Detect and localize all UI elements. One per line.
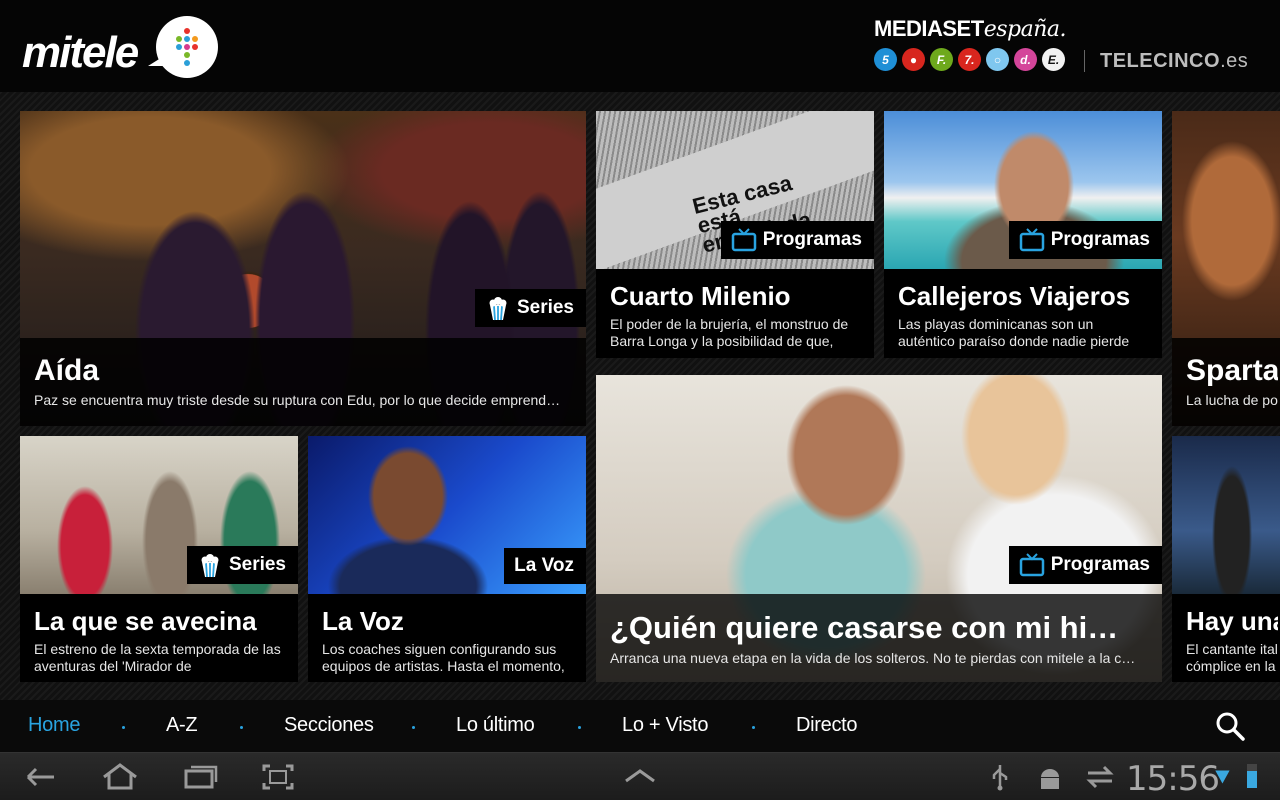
callejeros-title: Callejeros Viajeros [898,281,1131,311]
back-icon[interactable] [20,761,60,793]
card-la-voz[interactable]: La Voz La Voz Los coaches siguen configu… [308,436,586,682]
hay-una-description: El cantante ital cómplice en la [1186,641,1278,674]
nav-separator [578,726,581,729]
aida-badge-label: Series [516,297,574,318]
featured-grid: Series Aída Paz se encuentra muy triste … [0,92,1280,700]
quien-quiere-title: ¿Quién quiere casarse con mi hi… [610,610,1119,645]
cuarto-milenio-description: El poder de la brujería, el monstruo de … [610,316,849,349]
channel-logo: E. [1042,48,1065,71]
sync-icon [1086,765,1114,789]
card-quien-quiere-casarse[interactable]: Programas ¿Quién quiere casarse con mi h… [596,375,1162,682]
popcorn-icon [489,297,507,321]
card-aida[interactable]: Series Aída Paz se encuentra muy triste … [20,111,586,426]
aida-title: Aída [34,354,100,387]
brand-divider [1084,50,1085,72]
channel-logo: 5 [874,48,897,71]
app-header: mitele MEDIASETespaña. 5 ● F. 7. ○ d. E. TELEC… [0,0,1280,92]
la-voz-title: La Voz [322,606,404,636]
la-que-se-avecina-description: El estreno de la sexta temporada de las … [34,641,281,674]
aida-category-badge: Series [474,289,586,327]
nav-separator [752,726,755,729]
la-voz-category-badge: La Voz [504,548,586,584]
card-callejeros-viajeros[interactable]: Programas Callejeros Viajeros Las playas… [884,111,1162,358]
tv-icon [1019,553,1044,577]
search-icon[interactable] [1214,710,1246,742]
popcorn-icon [201,554,219,578]
android-system-bar: 15:56 [0,752,1280,800]
card-spartacus[interactable]: Sparta La lucha de po [1172,111,1280,426]
chevron-up-icon[interactable] [620,761,660,793]
home-icon[interactable] [100,761,140,793]
la-que-category-badge: Series [186,546,298,584]
nav-home[interactable]: Home [28,714,80,737]
android-debug-icon [1041,769,1059,789]
nav-a-z[interactable]: A-Z [166,714,198,737]
hay-una-thumbnail [1172,436,1280,594]
usb-icon [992,765,1008,791]
quien-badge-label: Programas [1050,554,1150,575]
logo-bubble-icon [148,16,218,78]
wifi-icon [1215,770,1230,784]
channel-logo: 7. [958,48,981,71]
system-clock: 15:56 [1126,759,1220,799]
logo-text: mitele [22,28,139,77]
nav-directo[interactable]: Directo [796,714,858,737]
battery-icon [1247,764,1257,788]
nav-lo-ultimo[interactable]: Lo último [456,714,535,737]
la-voz-badge-label: La Voz [514,555,574,576]
card-hay-una[interactable]: Hay una El cantante ital cómplice en la [1172,436,1280,682]
cuarto-badge-label: Programas [762,229,862,250]
spartacus-title: Sparta [1186,354,1278,387]
callejeros-description: Las playas dominicanas son un auténtico … [898,316,1130,349]
quien-quiere-description: Arranca una nueva etapa en la vida de lo… [610,650,1136,666]
quien-category-badge: Programas [1008,546,1162,584]
bottom-nav: Home A-Z Secciones Lo último Lo + Visto … [0,700,1280,752]
nav-separator [240,726,243,729]
channel-logo: d. [1014,48,1037,71]
nav-secciones[interactable]: Secciones [284,714,374,737]
nav-separator [122,726,125,729]
la-voz-description: Los coaches siguen configurando sus equi… [322,641,565,674]
cuarto-category-badge: Programas [720,221,874,259]
nav-separator [412,726,415,729]
nav-lo-mas-visto[interactable]: Lo + Visto [622,714,708,737]
callejeros-badge-label: Programas [1050,229,1150,250]
channel-logo: ○ [986,48,1009,71]
screenshot-icon[interactable] [258,761,298,793]
card-cuarto-milenio[interactable]: Esta casa está embrujada Programas Cuart… [596,111,874,358]
channel-logo: ● [902,48,925,71]
mediaset-branding: MEDIASETespaña. 5 ● F. 7. ○ d. E. TELECINCO.es [874,16,1264,76]
callejeros-category-badge: Programas [1008,221,1162,259]
la-que-se-avecina-title: La que se avecina [34,606,257,636]
la-que-badge-label: Series [228,554,286,575]
telecinco-logo: TELECINCO.es [1100,50,1249,72]
hay-una-title: Hay una [1186,606,1278,636]
card-la-que-se-avecina[interactable]: Series La que se avecina El estreno de l… [20,436,298,682]
spartacus-description: La lucha de po [1186,392,1278,408]
aida-description: Paz se encuentra muy triste desde su rup… [34,392,561,408]
cuarto-milenio-title: Cuarto Milenio [610,281,791,311]
tv-icon [1019,228,1044,252]
mediaset-title: MEDIASETespaña. [874,16,1066,42]
mitele-logo[interactable]: mitele [22,16,222,78]
channel-logos: 5 ● F. 7. ○ d. E. [874,48,1065,72]
tv-icon [731,228,756,252]
recent-apps-icon[interactable] [180,761,220,793]
channel-logo: F. [930,48,953,71]
